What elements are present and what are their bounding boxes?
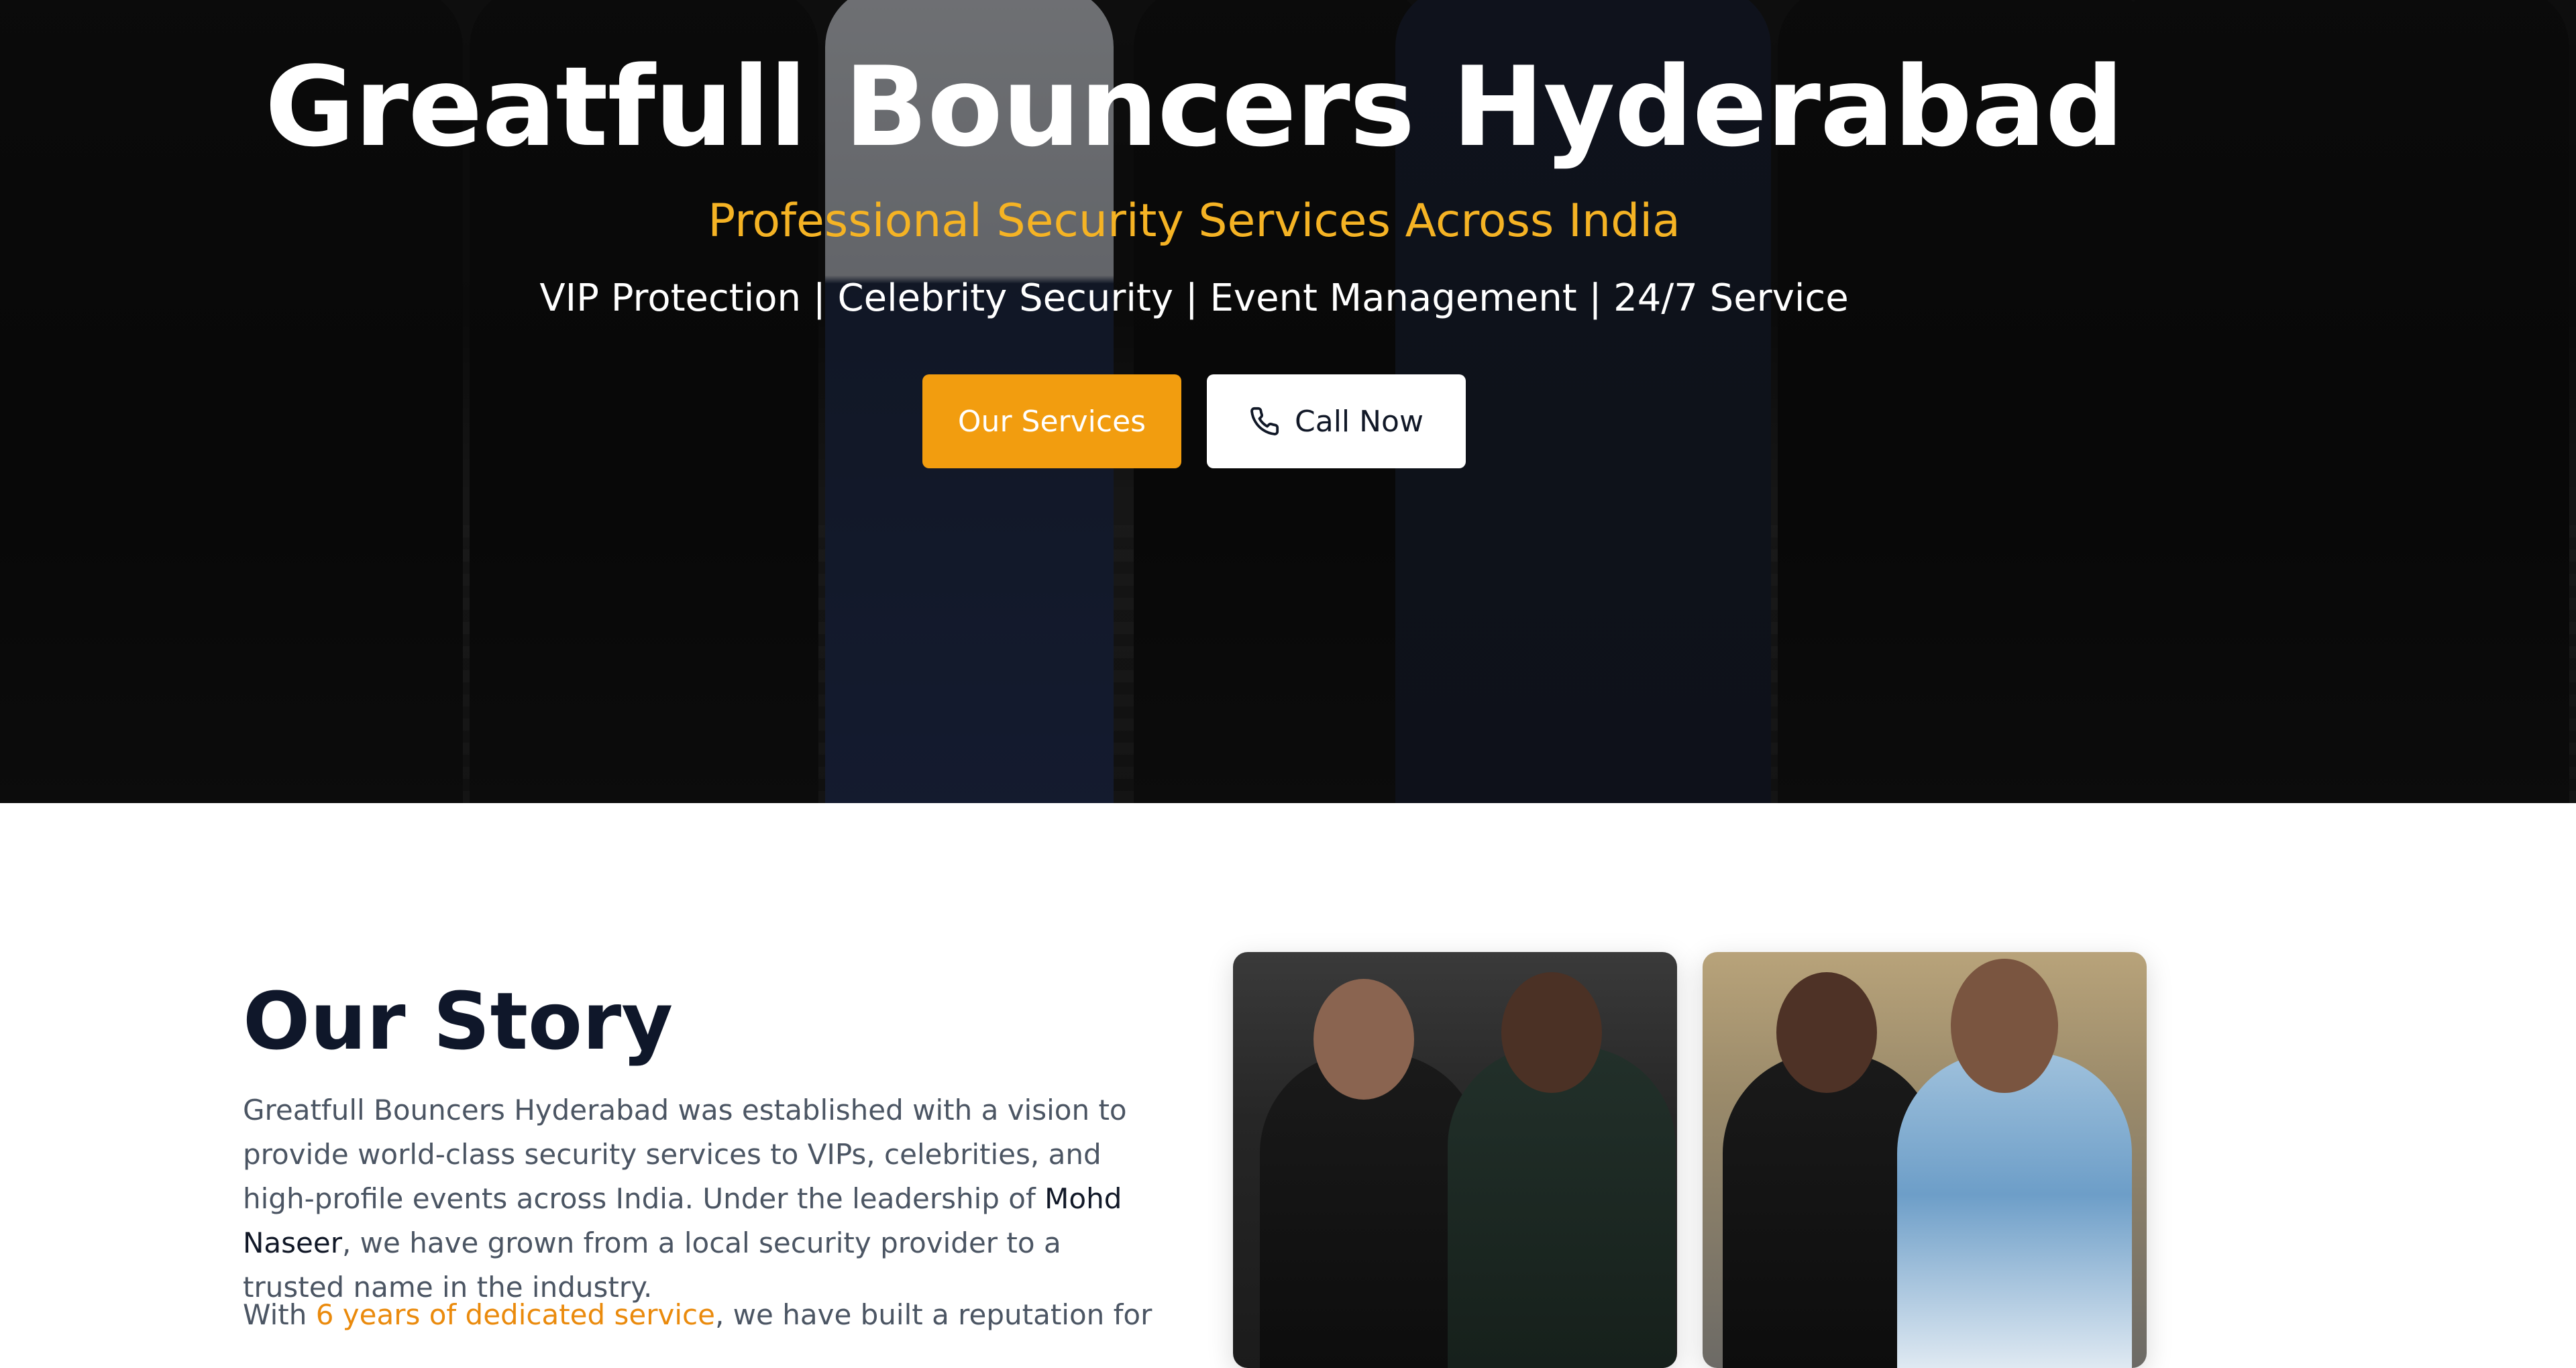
story-text: , we have built a reputation for bbox=[714, 1298, 1152, 1331]
story-text: With bbox=[243, 1298, 316, 1331]
call-now-button[interactable]: Call Now bbox=[1207, 374, 1466, 468]
story-text: Greatfull Bouncers Hyderabad was establi… bbox=[243, 1094, 1127, 1215]
story-text: , we have grown from a local security pr… bbox=[243, 1226, 1061, 1304]
call-now-label: Call Now bbox=[1295, 404, 1424, 439]
hero-title: Greatfull Bouncers Hyderabad bbox=[264, 43, 2124, 171]
hero-tagline: VIP Protection | Celebrity Security | Ev… bbox=[539, 276, 1849, 320]
our-services-button[interactable]: Our Services bbox=[922, 374, 1181, 468]
hero-subtitle: Professional Security Services Across In… bbox=[708, 195, 1680, 248]
photo-person bbox=[1448, 1046, 1676, 1368]
photo-person-head bbox=[1776, 972, 1877, 1093]
our-story-section: Our Story Greatfull Bouncers Hyderabad w… bbox=[0, 803, 2576, 1368]
hero-section: Greatfull Bouncers Hyderabad Professiona… bbox=[0, 0, 2576, 803]
story-title: Our Story bbox=[243, 975, 674, 1067]
hero-content: Greatfull Bouncers Hyderabad Professiona… bbox=[0, 0, 2576, 803]
story-photo-2 bbox=[1703, 952, 2147, 1368]
story-photo-1 bbox=[1233, 952, 1677, 1368]
photo-person-head bbox=[1313, 979, 1414, 1100]
years-of-service-highlight: 6 years of dedicated service bbox=[315, 1298, 715, 1331]
photo-person-head bbox=[1501, 972, 1602, 1093]
story-paragraph-1: Greatfull Bouncers Hyderabad was establi… bbox=[243, 1088, 1169, 1310]
phone-icon bbox=[1249, 406, 1280, 437]
photo-person bbox=[1897, 1053, 2132, 1368]
photo-person-head bbox=[1951, 959, 2058, 1093]
story-paragraph-2: With 6 years of dedicated service, we ha… bbox=[243, 1293, 1169, 1337]
hero-buttons: Our Services Call Now bbox=[922, 374, 1466, 468]
